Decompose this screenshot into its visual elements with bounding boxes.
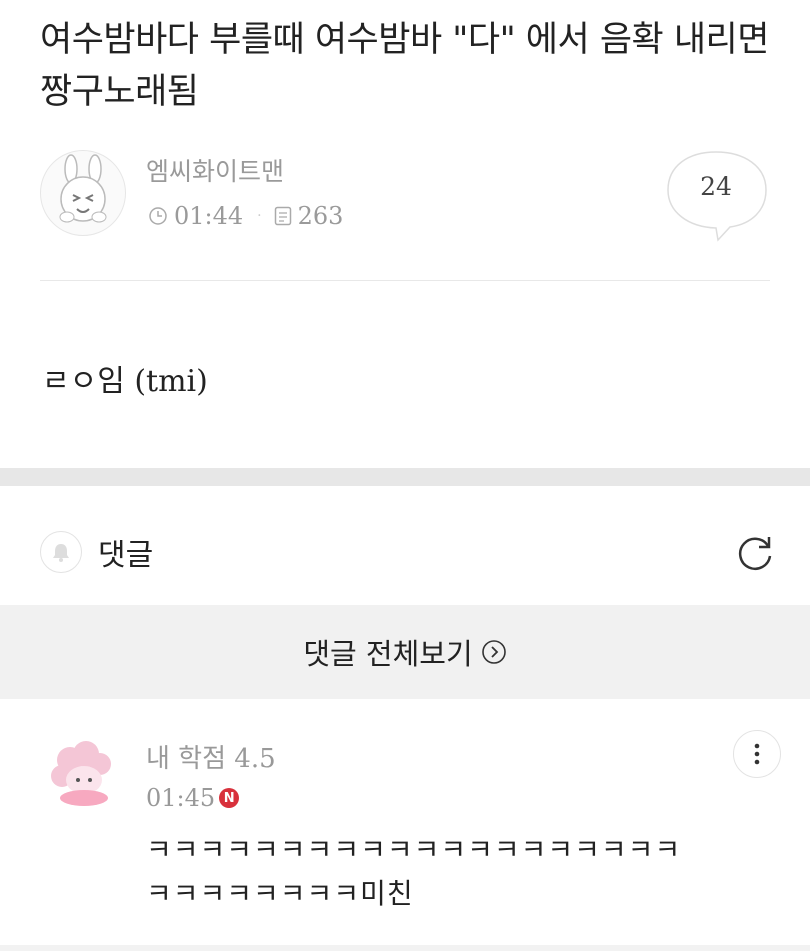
comment-meta: 01:45 N (146, 784, 240, 812)
more-vertical-icon[interactable] (733, 730, 781, 778)
comment-text-line: ㅋㅋㅋㅋㅋㅋㅋㅋㅋㅋㅋㅋㅋㅋㅋㅋㅋㅋㅋㅋ (146, 833, 682, 866)
commenter-name[interactable]: 내 학점 4.5 (146, 738, 276, 775)
view-count: 263 (297, 202, 344, 230)
circle-chevron-right-icon (481, 640, 506, 664)
meta-separator: · (257, 208, 262, 224)
divider (40, 280, 770, 281)
post-meta: 01:44 · 263 (148, 202, 343, 230)
comment-text: ㅋㅋㅋㅋㅋㅋㅋㅋㅋㅋㅋㅋㅋㅋㅋㅋㅋㅋㅋㅋ ㅋㅋㅋㅋㅋㅋㅋㅋ미친 (146, 828, 776, 916)
section-gap (0, 468, 810, 486)
post-time: 01:44 (174, 202, 244, 230)
post-body-tmi: (tmi) (134, 364, 208, 399)
refresh-icon[interactable] (733, 532, 777, 576)
commenter-name-text: 내 학점 (146, 744, 235, 774)
pink-sheep-avatar-icon[interactable] (40, 730, 124, 814)
clock-icon (149, 207, 167, 225)
view-all-label: 댓글 전체보기 (303, 637, 473, 671)
commenter-score: 4.5 (234, 744, 276, 774)
author-name[interactable]: 엠씨화이트맨 (146, 152, 284, 188)
bell-icon (40, 531, 82, 573)
view-all-comments-button[interactable]: 댓글 전체보기 (0, 605, 810, 699)
comment-count-button[interactable]: 24 (666, 150, 770, 242)
comment-text-line: ㅋㅋㅋㅋㅋㅋㅋㅋ미친 (146, 877, 414, 910)
bunny-avatar-icon[interactable] (40, 150, 126, 236)
new-badge: N (219, 788, 240, 808)
post-body: ㄹㅇ임 (tmi) (42, 356, 208, 400)
comment-time: 01:45 (146, 784, 216, 812)
post-body-text: ㄹㅇ임 (42, 364, 135, 399)
document-icon (274, 206, 291, 226)
bottom-divider (0, 945, 810, 951)
comments-header: 댓글 (40, 530, 153, 574)
comments-label: 댓글 (98, 538, 154, 573)
post-title: 여수밤바다 부를때 여수밤바 "다" 에서 음확 내리면 짱구노래됨 (40, 20, 769, 112)
comment-count: 24 (700, 172, 732, 201)
